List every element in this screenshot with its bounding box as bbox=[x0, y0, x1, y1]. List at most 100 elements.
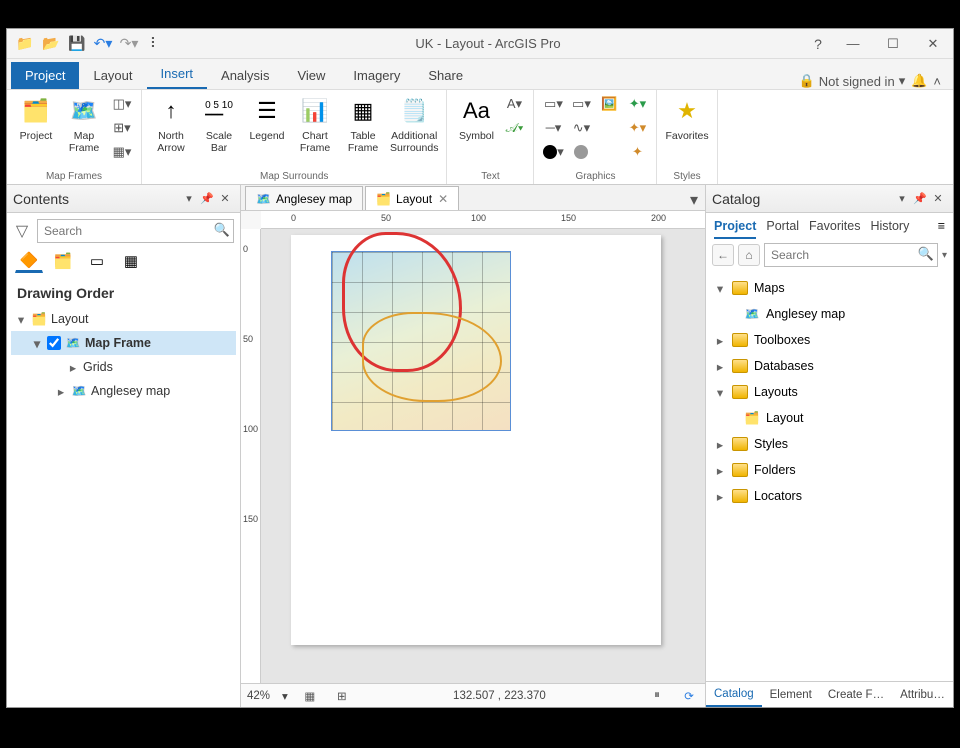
pin-icon[interactable]: 📌 bbox=[198, 190, 216, 208]
doctab-layout[interactable]: 🗂️ Layout ✕ bbox=[365, 186, 459, 210]
catalog-search-input[interactable] bbox=[764, 243, 938, 267]
tab-share[interactable]: Share bbox=[414, 62, 477, 89]
catalog-toolboxes[interactable]: ▸ Toolboxes bbox=[708, 327, 951, 353]
expand-icon[interactable]: ▸ bbox=[714, 489, 726, 504]
search-icon[interactable]: 🔍 bbox=[214, 222, 230, 238]
btab-attrib[interactable]: Attribu… bbox=[892, 682, 953, 707]
expand-icon[interactable]: ▸ bbox=[55, 384, 67, 399]
grid-snap-icon[interactable]: ▦ bbox=[300, 687, 320, 705]
list-by-source[interactable]: 🗂️ bbox=[49, 249, 77, 273]
tree-map-frame[interactable]: ▾ 🗺️ Map Frame bbox=[11, 331, 236, 355]
new-layout-button[interactable]: 🗂️ Project bbox=[15, 94, 57, 142]
catalog-folders[interactable]: ▸ Folders bbox=[708, 457, 951, 483]
maximize-button[interactable]: ☐ bbox=[873, 29, 913, 59]
collapse-ribbon-icon[interactable]: ˄ bbox=[933, 74, 941, 89]
collapse-icon[interactable]: ▾ bbox=[31, 336, 43, 351]
pane-menu-icon[interactable]: ▾ bbox=[893, 190, 911, 208]
tree-layout[interactable]: ▾ 🗂️ Layout bbox=[11, 307, 236, 331]
catalog-locators[interactable]: ▸ Locators bbox=[708, 483, 951, 509]
catalog-menu-icon[interactable]: ≡ bbox=[938, 219, 945, 239]
layout-canvas[interactable] bbox=[261, 229, 705, 683]
collapse-icon[interactable]: ▾ bbox=[714, 281, 726, 296]
catalog-layouts[interactable]: ▾ Layouts bbox=[708, 379, 951, 405]
catalog-tab-portal[interactable]: Portal bbox=[766, 219, 799, 239]
pane-menu-icon[interactable]: ▾ bbox=[180, 190, 198, 208]
qat-customize-icon[interactable]: ⠇ bbox=[145, 34, 165, 54]
close-button[interactable]: ✕ bbox=[913, 29, 953, 59]
btab-element[interactable]: Element bbox=[762, 682, 820, 707]
table-frame-button[interactable]: ▦ Table Frame bbox=[342, 94, 384, 154]
grid-button[interactable]: ▦▾ bbox=[111, 142, 133, 162]
contents-search-input[interactable] bbox=[37, 219, 234, 243]
straight-text-button[interactable]: A▾ bbox=[503, 94, 525, 114]
tree-grids[interactable]: ▸ Grids bbox=[11, 355, 236, 379]
curved-text-button[interactable]: 𝒜▾ bbox=[503, 118, 525, 138]
catalog-anglesey-map[interactable]: 🗺️ Anglesey map bbox=[708, 301, 951, 327]
legend-button[interactable]: ☰ Legend bbox=[246, 94, 288, 142]
btab-catalog[interactable]: Catalog bbox=[706, 682, 762, 707]
undo-icon[interactable]: ↶▾ bbox=[93, 34, 113, 54]
list-by-element-type[interactable]: ▦ bbox=[117, 249, 145, 273]
back-icon[interactable]: ← bbox=[712, 244, 734, 266]
line-button[interactable]: ─▾ bbox=[542, 118, 564, 138]
zoom-level[interactable]: 42% bbox=[247, 690, 270, 702]
new-project-icon[interactable]: 📁 bbox=[15, 34, 35, 54]
point-button[interactable]: ▾ bbox=[542, 142, 564, 162]
favorites-button[interactable]: ★ Favorites bbox=[665, 94, 708, 142]
scale-bar-button[interactable]: 0 5 10━━━ Scale Bar bbox=[198, 94, 240, 154]
catalog-databases[interactable]: ▸ Databases bbox=[708, 353, 951, 379]
refresh-icon[interactable]: ⟳ bbox=[679, 687, 699, 705]
collapse-icon[interactable]: ▾ bbox=[15, 312, 27, 327]
catalog-layout-item[interactable]: 🗂️ Layout bbox=[708, 405, 951, 431]
catalog-tab-history[interactable]: History bbox=[870, 219, 909, 239]
lasso-button[interactable]: ✦▾ bbox=[626, 118, 648, 138]
help-icon[interactable]: ? bbox=[803, 36, 833, 52]
freehand-button[interactable]: ✦ bbox=[626, 142, 648, 162]
map-frame-element[interactable] bbox=[331, 251, 511, 431]
doctab-anglesey[interactable]: 🗺️ Anglesey map bbox=[245, 186, 363, 210]
catalog-tab-project[interactable]: Project bbox=[714, 219, 756, 239]
text-symbol-button[interactable]: Aa Symbol bbox=[455, 94, 497, 142]
expand-icon[interactable]: ▸ bbox=[714, 463, 726, 478]
zoom-dropdown-icon[interactable]: ▾ bbox=[282, 689, 288, 703]
expand-icon[interactable]: ▸ bbox=[714, 359, 726, 374]
pin-icon[interactable]: 📌 bbox=[911, 190, 929, 208]
list-by-drawing-order[interactable]: 🔶 bbox=[15, 249, 43, 273]
expand-icon[interactable]: ▸ bbox=[67, 360, 79, 375]
catalog-tab-favorites[interactable]: Favorites bbox=[809, 219, 860, 239]
tab-view[interactable]: View bbox=[283, 62, 339, 89]
sign-in-button[interactable]: 🔒 Not signed in ▾ bbox=[799, 73, 906, 89]
extent-button[interactable]: ⊞▾ bbox=[111, 118, 133, 138]
expand-icon[interactable]: ▸ bbox=[714, 333, 726, 348]
reshape-button[interactable]: ◫▾ bbox=[111, 94, 133, 114]
visibility-checkbox[interactable] bbox=[47, 336, 61, 350]
close-pane-icon[interactable]: ✕ bbox=[929, 190, 947, 208]
catalog-maps[interactable]: ▾ Maps bbox=[708, 275, 951, 301]
btab-create[interactable]: Create F… bbox=[820, 682, 892, 707]
open-project-icon[interactable]: 📂 bbox=[41, 34, 61, 54]
north-arrow-button[interactable]: ↑ North Arrow bbox=[150, 94, 192, 154]
minimize-button[interactable]: — bbox=[833, 29, 873, 59]
picture-button[interactable]: 🖼️ bbox=[598, 94, 620, 114]
map-frame-button[interactable]: 🗺️ Map Frame bbox=[63, 94, 105, 154]
layout-page[interactable] bbox=[291, 235, 661, 645]
tab-imagery[interactable]: Imagery bbox=[339, 62, 414, 89]
additional-surrounds-button[interactable]: 🗒️ Additional Surrounds bbox=[390, 94, 438, 154]
search-icon[interactable]: 🔍 bbox=[918, 246, 934, 262]
save-icon[interactable]: 💾 bbox=[67, 34, 87, 54]
search-dropdown-icon[interactable]: ▾ bbox=[942, 250, 947, 261]
notifications-icon[interactable]: 🔔 bbox=[911, 73, 927, 89]
grid-icon[interactable]: ⊞ bbox=[332, 687, 352, 705]
close-pane-icon[interactable]: ✕ bbox=[216, 190, 234, 208]
filter-icon[interactable]: ▽ bbox=[13, 222, 31, 240]
collapse-icon[interactable]: ▾ bbox=[714, 385, 726, 400]
doctabs-dropdown[interactable]: ▾ bbox=[687, 190, 705, 210]
close-tab-icon[interactable]: ✕ bbox=[438, 192, 448, 206]
home-icon[interactable]: ⌂ bbox=[738, 244, 760, 266]
circle-button[interactable] bbox=[570, 142, 592, 162]
curve-button[interactable]: ∿▾ bbox=[570, 118, 592, 138]
tab-analysis[interactable]: Analysis bbox=[207, 62, 283, 89]
chart-frame-button[interactable]: 📊 Chart Frame bbox=[294, 94, 336, 154]
rectangle-button[interactable]: ▭▾ bbox=[542, 94, 564, 114]
tree-anglesey[interactable]: ▸ 🗺️ Anglesey map bbox=[11, 379, 236, 403]
